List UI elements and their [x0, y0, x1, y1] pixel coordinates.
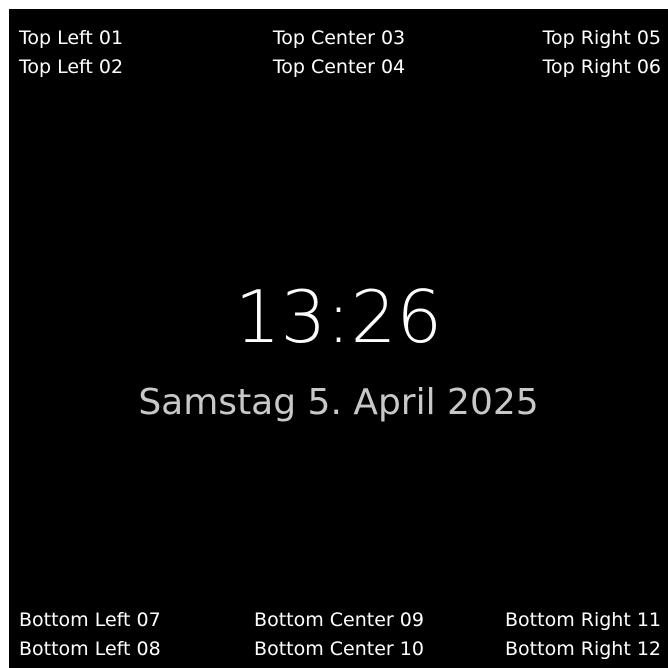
bottom-center-label-2: Bottom Center 10 — [254, 638, 424, 660]
top-right-label-2: Top Right 06 — [542, 56, 661, 78]
bottom-left-label-2: Bottom Left 08 — [19, 638, 161, 660]
top-right-label-1: Top Right 05 — [542, 27, 661, 49]
bottom-left-labels: Bottom Left 07 Bottom Left 08 — [19, 606, 161, 664]
bottom-right-labels: Bottom Right 11 Bottom Right 12 — [505, 606, 661, 664]
clock-time: 13:26 — [234, 275, 443, 359]
bottom-center-labels: Bottom Center 09 Bottom Center 10 — [254, 606, 424, 664]
clock-date: Samstag 5. April 2025 — [138, 382, 539, 423]
top-center-labels: Top Center 03 Top Center 04 — [273, 24, 405, 82]
top-right-labels: Top Right 05 Top Right 06 — [543, 24, 661, 82]
top-left-label-2: Top Left 02 — [19, 56, 124, 78]
clock-screen: Top Left 01 Top Left 02 Top Center 03 To… — [9, 9, 668, 668]
bottom-center-label-1: Bottom Center 09 — [254, 609, 424, 631]
top-left-label-1: Top Left 01 — [19, 27, 124, 49]
bottom-right-label-2: Bottom Right 12 — [505, 638, 661, 660]
bottom-left-label-1: Bottom Left 07 — [19, 609, 161, 631]
top-center-label-1: Top Center 03 — [272, 27, 406, 49]
bottom-right-label-1: Bottom Right 11 — [505, 609, 661, 631]
top-center-label-2: Top Center 04 — [272, 56, 406, 78]
top-left-labels: Top Left 01 Top Left 02 — [19, 24, 123, 82]
